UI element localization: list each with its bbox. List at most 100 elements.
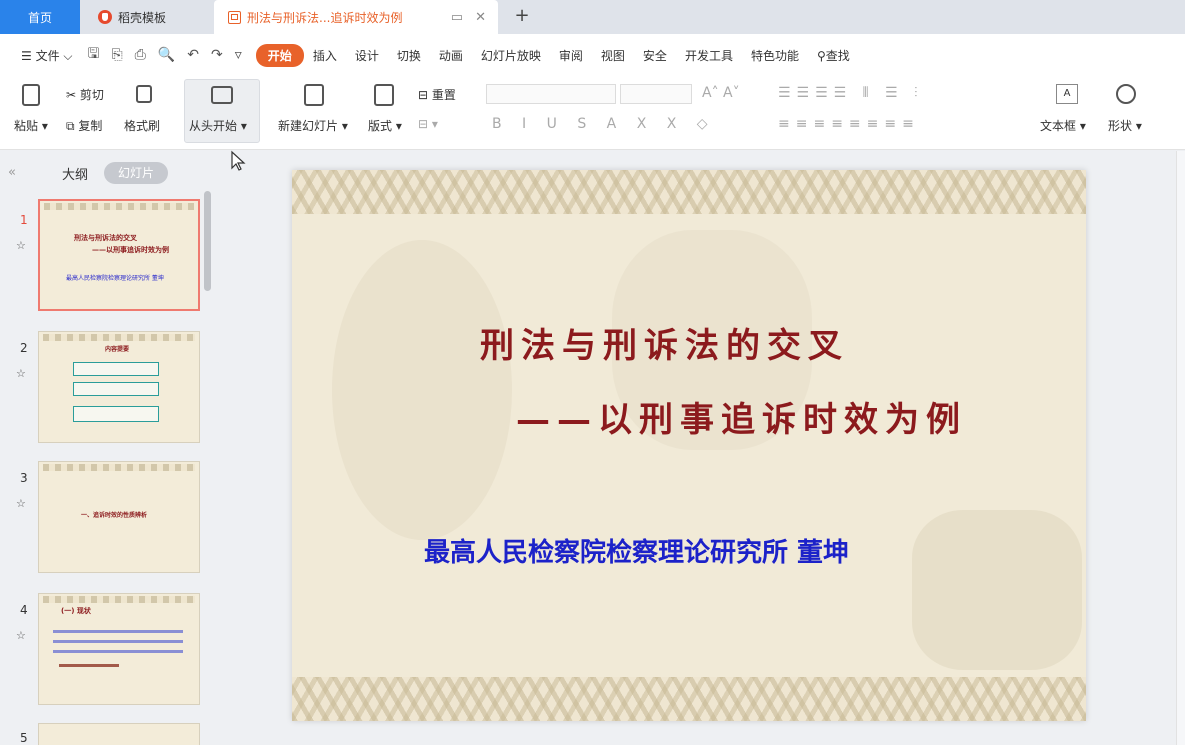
slide-author[interactable]: 最高人民检察院检察理论研究所 董坤 <box>424 532 849 569</box>
file-menu[interactable]: ☰ 文件 ⌵ <box>12 47 82 64</box>
slide-thumb-2[interactable]: 内容提要 <box>38 331 200 443</box>
tab-outline[interactable]: 大纲 <box>62 164 88 183</box>
tab-bar: 首页 稻壳模板 刑法与刑诉法...追诉时效为例 ▭ ✕ + <box>0 0 1185 34</box>
format-painter-button[interactable]: 格式刷 <box>124 117 160 134</box>
file-menu-label: 文件 <box>35 48 60 63</box>
paste-icon[interactable] <box>22 84 40 106</box>
tab-home[interactable]: 首页 <box>0 0 80 34</box>
slide-top-border <box>292 170 1086 214</box>
slide-number-1: 1 <box>20 213 28 227</box>
collapse-panel-icon[interactable]: « <box>8 165 16 180</box>
thumb-text: 内容提要 <box>105 346 130 353</box>
slide-number-2: 2 <box>20 341 28 355</box>
font-format-buttons[interactable]: B I U S A X X ◇ <box>492 116 716 132</box>
thumb-border <box>43 464 195 471</box>
paste-label: 粘贴 <box>14 119 39 133</box>
menu-item-animation[interactable]: 动画 <box>430 47 472 64</box>
menu-item-features[interactable]: 特色功能 <box>742 47 808 64</box>
shape-button[interactable]: 形状 ▾ <box>1108 117 1142 134</box>
text-box-label: 文本框 <box>1040 119 1077 133</box>
slide-thumb-5[interactable] <box>38 723 200 745</box>
layout-button[interactable]: 版式 ▾ <box>368 117 402 134</box>
search-icon: ⚲ <box>816 48 826 63</box>
close-tab-icon[interactable]: ✕ <box>475 10 486 25</box>
new-slide-label: 新建幻灯片 <box>278 119 339 133</box>
more-icon[interactable]: ▿ <box>229 47 248 63</box>
slide-canvas[interactable]: 刑法与刑诉法的交叉 ——以刑事追诉时效为例 最高人民检察院检察理论研究所 董坤 <box>292 170 1086 721</box>
new-tab-button[interactable]: + <box>512 6 532 26</box>
tab-home-label: 首页 <box>27 10 52 25</box>
thumb-text: 刑法与刑诉法的交叉 <box>74 234 137 242</box>
tab-slides[interactable]: 幻灯片 <box>104 162 168 184</box>
save-icon[interactable]: 🖫 <box>82 43 106 67</box>
cut-button[interactable]: ✂ 剪切 <box>66 86 104 103</box>
from-start-button[interactable]: 从头开始 ▾ <box>184 79 260 143</box>
thumb-border <box>44 203 194 210</box>
menu-item-insert[interactable]: 插入 <box>304 47 346 64</box>
slide-thumb-4[interactable]: (一) 现状 <box>38 593 200 705</box>
print-icon[interactable]: ⎙ <box>129 47 152 63</box>
slide-title-line2[interactable]: ——以刑事追诉时效为例 <box>516 392 967 441</box>
undo-icon[interactable]: ↶ <box>181 47 205 63</box>
search-button[interactable]: ⚲查找 <box>808 47 859 64</box>
preview-icon[interactable]: 🔍 <box>152 47 181 63</box>
hamburger-icon: ☰ <box>21 48 36 63</box>
redo-icon[interactable]: ↷ <box>205 47 229 63</box>
slide-thumb-3[interactable]: 一、追诉时效的性质辨析 <box>38 461 200 573</box>
thumb-box <box>73 406 159 422</box>
panel-scrollbar[interactable] <box>204 191 211 291</box>
font-name-select[interactable] <box>486 84 616 104</box>
tab-templates-label: 稻壳模板 <box>118 10 167 25</box>
slide-number-5: 5 <box>20 731 28 745</box>
menu-item-developer[interactable]: 开发工具 <box>676 47 742 64</box>
slide-title-line1[interactable]: 刑法与刑诉法的交叉 <box>480 318 849 367</box>
menu-item-review[interactable]: 审阅 <box>550 47 592 64</box>
presentation-icon <box>228 10 241 24</box>
shape-icon[interactable] <box>1116 84 1136 104</box>
shape-label: 形状 <box>1108 119 1133 133</box>
slide-panel: « 大纲 幻灯片 1 ☆ 刑法与刑诉法的交叉 ——以刑事追诉时效为例 最高人民检… <box>0 151 214 745</box>
tab-document[interactable]: 刑法与刑诉法...追诉时效为例 ▭ ✕ <box>214 0 498 34</box>
thumb-text: 最高人民检察院检察理论研究所 董坤 <box>66 275 164 282</box>
slide-number-4: 4 <box>20 603 28 617</box>
menu-item-transitions[interactable]: 切换 <box>388 47 430 64</box>
search-label: 查找 <box>825 48 850 63</box>
screen-icon[interactable]: ▭ <box>451 10 463 25</box>
thumb-box <box>73 382 159 396</box>
scissors-icon: ✂ <box>66 88 80 102</box>
menu-item-security[interactable]: 安全 <box>634 47 676 64</box>
paste-button[interactable]: 粘贴 ▾ <box>14 117 48 134</box>
copy-label: 复制 <box>78 119 103 133</box>
background-decoration <box>332 240 512 540</box>
thumb-border <box>43 596 195 603</box>
animation-star-icon: ☆ <box>16 629 26 642</box>
animation-star-icon: ☆ <box>16 497 26 510</box>
text-box-button[interactable]: 文本框 ▾ <box>1040 117 1086 134</box>
slide-thumb-1[interactable]: 刑法与刑诉法的交叉 ——以刑事追诉时效为例 最高人民检察院检察理论研究所 董坤 <box>38 199 200 311</box>
cut-label: 剪切 <box>79 88 104 102</box>
export-icon[interactable]: ⎘ <box>105 47 128 63</box>
menu-bar: ☰ 文件 ⌵ 🖫 ⎘ ⎙ 🔍 ↶ ↷ ▿ 开始 插入 设计 切换 动画 幻灯片放… <box>0 34 1185 76</box>
reset-button[interactable]: ⊟ 重置 <box>418 86 456 103</box>
menu-item-view[interactable]: 视图 <box>592 47 634 64</box>
thumb-text: 一、追诉时效的性质辨析 <box>81 512 148 519</box>
new-slide-icon[interactable] <box>304 84 324 106</box>
slide-number-3: 3 <box>20 471 28 485</box>
format-painter-icon[interactable] <box>136 85 152 103</box>
menu-item-home[interactable]: 开始 <box>255 43 304 67</box>
menu-item-slideshow[interactable]: 幻灯片放映 <box>472 47 550 64</box>
layout-icon[interactable] <box>374 84 394 106</box>
align-buttons[interactable]: ≡≡≡≡≡≡≡≡ <box>778 116 920 132</box>
thumb-box <box>73 362 159 376</box>
tab-templates[interactable]: 稻壳模板 <box>82 0 210 34</box>
mouse-cursor-icon <box>231 150 246 171</box>
paragraph-buttons[interactable]: ☰☰☰☰ ⫴ ☰ ⫶ <box>778 85 924 101</box>
font-size-controls[interactable]: A˄ A˅ <box>702 85 740 101</box>
section-button[interactable]: ⊟ ▾ <box>418 117 438 131</box>
menu-item-design[interactable]: 设计 <box>346 47 388 64</box>
new-slide-button[interactable]: 新建幻灯片 ▾ <box>278 117 348 134</box>
thumb-text: (一) 现状 <box>61 607 91 615</box>
font-size-select[interactable] <box>620 84 692 104</box>
text-box-icon[interactable]: A <box>1056 84 1078 104</box>
copy-button[interactable]: ⧉ 复制 <box>66 117 102 134</box>
